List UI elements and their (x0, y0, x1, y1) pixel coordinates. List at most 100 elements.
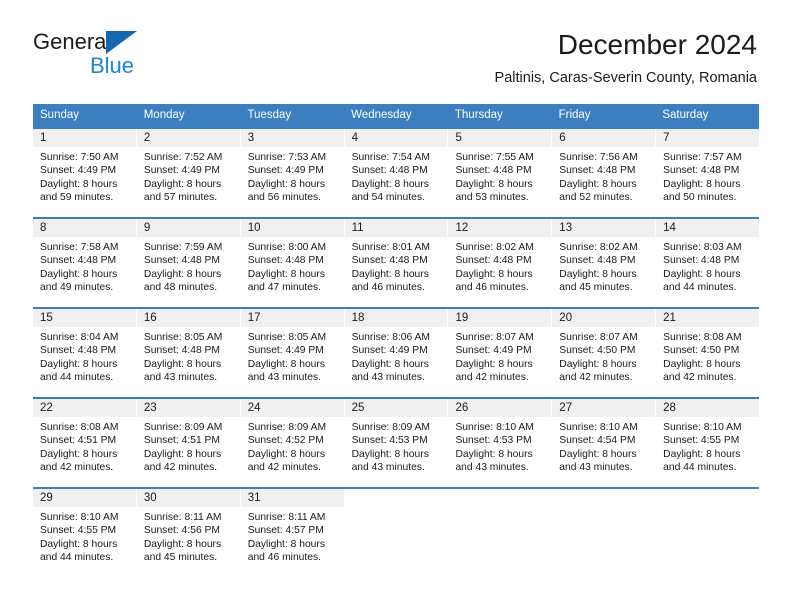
day-cell[interactable]: 25 Sunrise: 8:09 AM Sunset: 4:53 PM Dayl… (344, 399, 449, 487)
day-details: Sunrise: 8:05 AM Sunset: 4:48 PM Dayligh… (137, 327, 240, 385)
day-cell[interactable]: 31 Sunrise: 8:11 AM Sunset: 4:57 PM Dayl… (240, 489, 345, 577)
day-cell[interactable]: 29 Sunrise: 8:10 AM Sunset: 4:55 PM Dayl… (33, 489, 137, 577)
daylight-line1: Daylight: 8 hours (455, 268, 533, 280)
day-details: Sunrise: 8:07 AM Sunset: 4:49 PM Dayligh… (448, 327, 551, 385)
day-cell[interactable]: 11 Sunrise: 8:01 AM Sunset: 4:48 PM Dayl… (344, 219, 449, 307)
day-details: Sunrise: 8:04 AM Sunset: 4:48 PM Dayligh… (33, 327, 136, 385)
day-cell[interactable]: 8 Sunrise: 7:58 AM Sunset: 4:48 PM Dayli… (33, 219, 137, 307)
day-number: 25 (344, 399, 448, 417)
day-number: 23 (136, 399, 240, 417)
weekday-saturday: Saturday (662, 109, 709, 121)
daylight-line1: Daylight: 8 hours (559, 358, 637, 370)
day-details: Sunrise: 8:07 AM Sunset: 4:50 PM Dayligh… (552, 327, 655, 385)
generalblue-logo[interactable]: General Blue (33, 30, 263, 82)
daylight-line2: and 46 minutes. (455, 282, 529, 294)
day-cell[interactable]: 26 Sunrise: 8:10 AM Sunset: 4:53 PM Dayl… (448, 399, 553, 487)
daylight-line2: and 43 minutes. (351, 372, 425, 384)
day-cell[interactable]: 3 Sunrise: 7:53 AM Sunset: 4:49 PM Dayli… (240, 129, 345, 217)
day-cell[interactable]: 19 Sunrise: 8:07 AM Sunset: 4:49 PM Dayl… (448, 309, 553, 397)
sunrise-text: Sunrise: 7:56 AM (559, 152, 638, 163)
day-details: Sunrise: 7:55 AM Sunset: 4:48 PM Dayligh… (448, 147, 551, 205)
sunrise-text: Sunrise: 8:02 AM (559, 242, 638, 253)
daylight-line2: and 52 minutes. (559, 192, 633, 204)
day-number: 17 (240, 309, 344, 327)
daylight-line2: and 46 minutes. (351, 282, 425, 294)
sunrise-text: Sunrise: 8:05 AM (247, 332, 327, 343)
weekday-thursday: Thursday (454, 109, 503, 121)
sunset-text: Sunset: 4:51 PM (143, 435, 220, 447)
day-cell[interactable]: 16 Sunrise: 8:05 AM Sunset: 4:48 PM Dayl… (136, 309, 241, 397)
day-cell[interactable]: 5 Sunrise: 7:55 AM Sunset: 4:48 PM Dayli… (448, 129, 553, 217)
day-number: 7 (656, 129, 760, 147)
daylight-line2: and 44 minutes. (663, 282, 737, 294)
day-cell[interactable]: 22 Sunrise: 8:08 AM Sunset: 4:51 PM Dayl… (33, 399, 137, 487)
sunset-text: Sunset: 4:51 PM (40, 435, 117, 447)
day-number: 3 (240, 129, 344, 147)
day-number: 13 (552, 219, 656, 237)
day-cell[interactable]: 28 Sunrise: 8:10 AM Sunset: 4:55 PM Dayl… (656, 399, 760, 487)
daylight-line1: Daylight: 8 hours (40, 178, 118, 190)
daylight-line1: Daylight: 8 hours (143, 538, 222, 550)
day-cell[interactable]: 24 Sunrise: 8:09 AM Sunset: 4:52 PM Dayl… (240, 399, 345, 487)
day-cell[interactable]: 12 Sunrise: 8:02 AM Sunset: 4:48 PM Dayl… (448, 219, 553, 307)
day-cell[interactable]: 27 Sunrise: 8:10 AM Sunset: 4:54 PM Dayl… (552, 399, 657, 487)
daylight-line1: Daylight: 8 hours (351, 448, 429, 460)
day-details: Sunrise: 8:09 AM Sunset: 4:52 PM Dayligh… (241, 417, 344, 475)
day-number: 24 (240, 399, 344, 417)
day-cell[interactable]: 21 Sunrise: 8:08 AM Sunset: 4:50 PM Dayl… (656, 309, 760, 397)
sunset-text: Sunset: 4:48 PM (455, 255, 532, 267)
daylight-line1: Daylight: 8 hours (559, 178, 637, 190)
day-cell[interactable]: 6 Sunrise: 7:56 AM Sunset: 4:48 PM Dayli… (552, 129, 657, 217)
daylight-line2: and 42 minutes. (143, 462, 218, 474)
day-cell[interactable]: 1 Sunrise: 7:50 AM Sunset: 4:49 PM Dayli… (33, 129, 137, 217)
weekday-tuesday: Tuesday (247, 109, 292, 121)
day-details: Sunrise: 8:09 AM Sunset: 4:53 PM Dayligh… (345, 417, 448, 475)
sunrise-text: Sunrise: 8:07 AM (559, 332, 638, 343)
sunrise-text: Sunrise: 8:07 AM (455, 332, 534, 343)
week-row: 29 Sunrise: 8:10 AM Sunset: 4:55 PM Dayl… (33, 487, 760, 577)
sunrise-text: Sunrise: 8:03 AM (663, 242, 742, 253)
daylight-line2: and 46 minutes. (247, 552, 321, 564)
daylight-line2: and 44 minutes. (663, 462, 737, 474)
day-cell[interactable]: 10 Sunrise: 8:00 AM Sunset: 4:48 PM Dayl… (240, 219, 345, 307)
day-cell[interactable]: 4 Sunrise: 7:54 AM Sunset: 4:48 PM Dayli… (344, 129, 449, 217)
sunrise-text: Sunrise: 7:54 AM (351, 152, 430, 163)
daylight-line1: Daylight: 8 hours (143, 358, 222, 370)
day-cell[interactable]: 18 Sunrise: 8:06 AM Sunset: 4:49 PM Dayl… (344, 309, 449, 397)
weekday-wednesday: Wednesday (351, 109, 412, 121)
day-cell[interactable]: 2 Sunrise: 7:52 AM Sunset: 4:49 PM Dayli… (136, 129, 241, 217)
day-cell[interactable]: 15 Sunrise: 8:04 AM Sunset: 4:48 PM Dayl… (33, 309, 137, 397)
day-details: Sunrise: 7:56 AM Sunset: 4:48 PM Dayligh… (552, 147, 655, 205)
daylight-line2: and 57 minutes. (143, 192, 218, 204)
day-number: 10 (240, 219, 344, 237)
daylight-line2: and 45 minutes. (559, 282, 633, 294)
day-cell[interactable]: 23 Sunrise: 8:09 AM Sunset: 4:51 PM Dayl… (136, 399, 241, 487)
day-details: Sunrise: 8:11 AM Sunset: 4:57 PM Dayligh… (241, 507, 344, 565)
daylight-line2: and 44 minutes. (40, 372, 114, 384)
sunset-text: Sunset: 4:49 PM (247, 345, 324, 357)
daylight-line1: Daylight: 8 hours (247, 448, 325, 460)
day-cell[interactable]: 13 Sunrise: 8:02 AM Sunset: 4:48 PM Dayl… (552, 219, 657, 307)
day-cell[interactable]: 20 Sunrise: 8:07 AM Sunset: 4:50 PM Dayl… (552, 309, 657, 397)
sunset-text: Sunset: 4:48 PM (351, 165, 428, 177)
daylight-line1: Daylight: 8 hours (247, 538, 325, 550)
sunset-text: Sunset: 4:57 PM (247, 525, 324, 537)
day-cell[interactable]: 7 Sunrise: 7:57 AM Sunset: 4:48 PM Dayli… (656, 129, 760, 217)
sunrise-text: Sunrise: 8:11 AM (247, 512, 326, 523)
daylight-line1: Daylight: 8 hours (351, 358, 429, 370)
daylight-line2: and 42 minutes. (455, 372, 529, 384)
day-cell[interactable]: 9 Sunrise: 7:59 AM Sunset: 4:48 PM Dayli… (136, 219, 241, 307)
day-cell[interactable]: 30 Sunrise: 8:11 AM Sunset: 4:56 PM Dayl… (136, 489, 241, 577)
sunrise-text: Sunrise: 7:52 AM (143, 152, 223, 163)
sunset-text: Sunset: 4:55 PM (40, 525, 117, 537)
sunrise-text: Sunrise: 7:58 AM (40, 242, 119, 253)
day-number: 12 (448, 219, 552, 237)
sunrise-text: Sunrise: 8:11 AM (143, 512, 222, 523)
sunrise-text: Sunrise: 8:10 AM (455, 422, 534, 433)
sunrise-text: Sunrise: 8:09 AM (143, 422, 223, 433)
sunrise-text: Sunrise: 8:10 AM (663, 422, 742, 433)
day-cell[interactable]: 17 Sunrise: 8:05 AM Sunset: 4:49 PM Dayl… (240, 309, 345, 397)
day-cell[interactable]: 14 Sunrise: 8:03 AM Sunset: 4:48 PM Dayl… (656, 219, 760, 307)
weekday-sunday: Sunday (40, 109, 80, 121)
daylight-line1: Daylight: 8 hours (351, 178, 429, 190)
